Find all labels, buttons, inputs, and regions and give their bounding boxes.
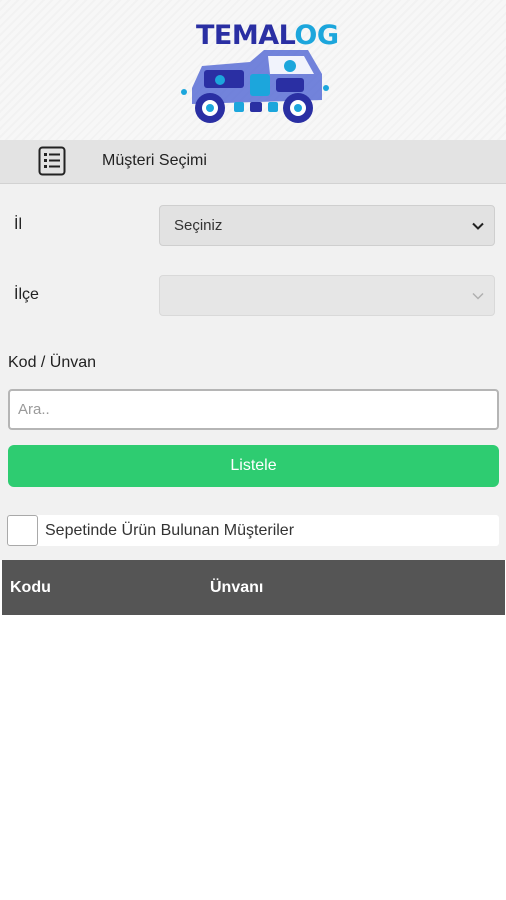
il-select[interactable]: Seçiniz <box>159 205 495 246</box>
search-input[interactable] <box>8 389 499 430</box>
ilce-label: İlçe <box>14 286 39 303</box>
temalog-logo: TEMALOG <box>180 14 339 124</box>
app-header: TEMALOG <box>0 0 506 140</box>
list-button[interactable]: Listele <box>8 445 499 487</box>
chevron-down-icon <box>472 292 484 300</box>
basket-filter-row: Sepetinde Ürün Bulunan Müşteriler <box>7 515 499 546</box>
il-select-value: Seçiniz <box>174 217 223 234</box>
customer-table-header: Kodu Ünvanı <box>2 560 505 615</box>
basket-filter-checkbox[interactable] <box>7 515 38 546</box>
column-header-unvani: Ünvanı <box>210 579 264 596</box>
truck-icon <box>181 50 329 123</box>
kod-unvan-label: Kod / Ünvan <box>8 354 97 371</box>
title-bar: Müşteri Seçimi <box>0 140 506 184</box>
customer-filter-form: İl Seçiniz İlçe Kod / Ünvan Listele Sepe… <box>0 184 506 560</box>
chevron-down-icon <box>472 222 484 230</box>
column-header-kodu: Kodu <box>10 579 51 596</box>
il-label: İl <box>14 216 22 233</box>
list-document-icon <box>38 146 66 176</box>
basket-filter-label: Sepetinde Ürün Bulunan Müşteriler <box>45 522 295 539</box>
ilce-select[interactable] <box>159 275 495 316</box>
page-title: Müşteri Seçimi <box>102 152 207 169</box>
